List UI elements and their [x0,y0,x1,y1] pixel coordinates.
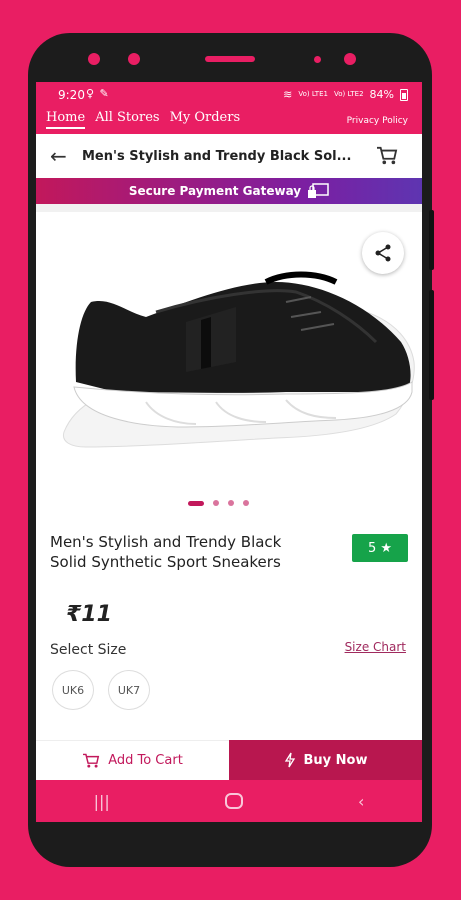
image-carousel-dots [188,500,249,506]
recents-icon[interactable]: ||| [94,792,110,811]
power-button [429,210,434,270]
network-label-1: Vo) LTE1 [298,90,328,98]
cart-icon[interactable] [376,146,398,166]
home-icon[interactable] [224,793,243,809]
camera-dot [128,53,140,65]
lightning-icon [284,752,295,768]
bottom-action-bar: Add To Cart Buy Now [36,740,422,780]
header-title: Men's Stylish and Trendy Black Sol... [82,148,352,164]
product-image[interactable] [36,242,422,452]
rating-value: 5 [368,540,377,556]
secure-banner-text: Secure Payment Gateway [128,184,302,198]
battery-icon [400,88,408,101]
battery-percent: 84% [369,88,394,101]
lock-card-icon [308,183,329,198]
size-option-uk7[interactable]: UK7 [108,670,150,710]
product-name: Men's Stylish and Trendy Black Solid Syn… [50,533,282,571]
camera-dot [344,53,356,65]
product-header: ← Men's Stylish and Trendy Black Sol... [36,134,422,178]
add-to-cart-label: Add To Cart [108,753,183,768]
buy-now-label: Buy Now [303,752,368,768]
rating-badge: 5 ★ [352,534,408,562]
secure-payment-banner: Secure Payment Gateway [36,178,422,204]
share-button[interactable] [362,232,404,274]
carousel-dot-active[interactable] [188,500,204,506]
size-option-uk6[interactable]: UK6 [52,670,94,710]
back-arrow-icon[interactable]: ← [50,144,72,168]
tab-all-stores[interactable]: All Stores [95,110,159,129]
select-size-label: Select Size [50,642,127,658]
status-time: 9:20 [58,88,85,102]
privacy-policy-link[interactable]: Privacy Policy [347,116,408,126]
add-to-cart-button[interactable]: Add To Cart [36,740,229,780]
section-divider [36,204,422,212]
status-icons: ♀ ✎ [86,87,110,100]
back-icon[interactable]: ‹ [358,792,364,811]
carousel-dot[interactable] [213,500,219,506]
size-chart-link[interactable]: Size Chart [345,640,406,654]
status-right: ≋ Vo) LTE1 Vo) LTE2 84% [283,88,408,101]
speaker-grille [205,56,255,62]
top-bar: 9:20 ♀ ✎ ≋ Vo) LTE1 Vo) LTE2 84% Home Al… [36,82,422,134]
buy-now-button[interactable]: Buy Now [229,740,422,780]
camera-dot [88,53,100,65]
share-icon [375,244,391,262]
tab-home[interactable]: Home [46,110,86,129]
wifi-icon: ≋ [283,88,293,101]
cart-icon [83,753,100,768]
tab-my-orders[interactable]: My Orders [170,110,241,129]
network-label-2: Vo) LTE2 [333,90,364,98]
system-nav-bar: ||| ‹ [36,780,422,822]
nav-tabs: Home All Stores My Orders [46,110,240,129]
volume-button [429,290,434,400]
sensor-dot [314,56,321,63]
app-screen: 9:20 ♀ ✎ ≋ Vo) LTE1 Vo) LTE2 84% Home Al… [36,82,422,822]
product-price: ₹11 [66,602,112,627]
star-icon: ★ [380,540,392,556]
carousel-dot[interactable] [243,500,249,506]
carousel-dot[interactable] [228,500,234,506]
